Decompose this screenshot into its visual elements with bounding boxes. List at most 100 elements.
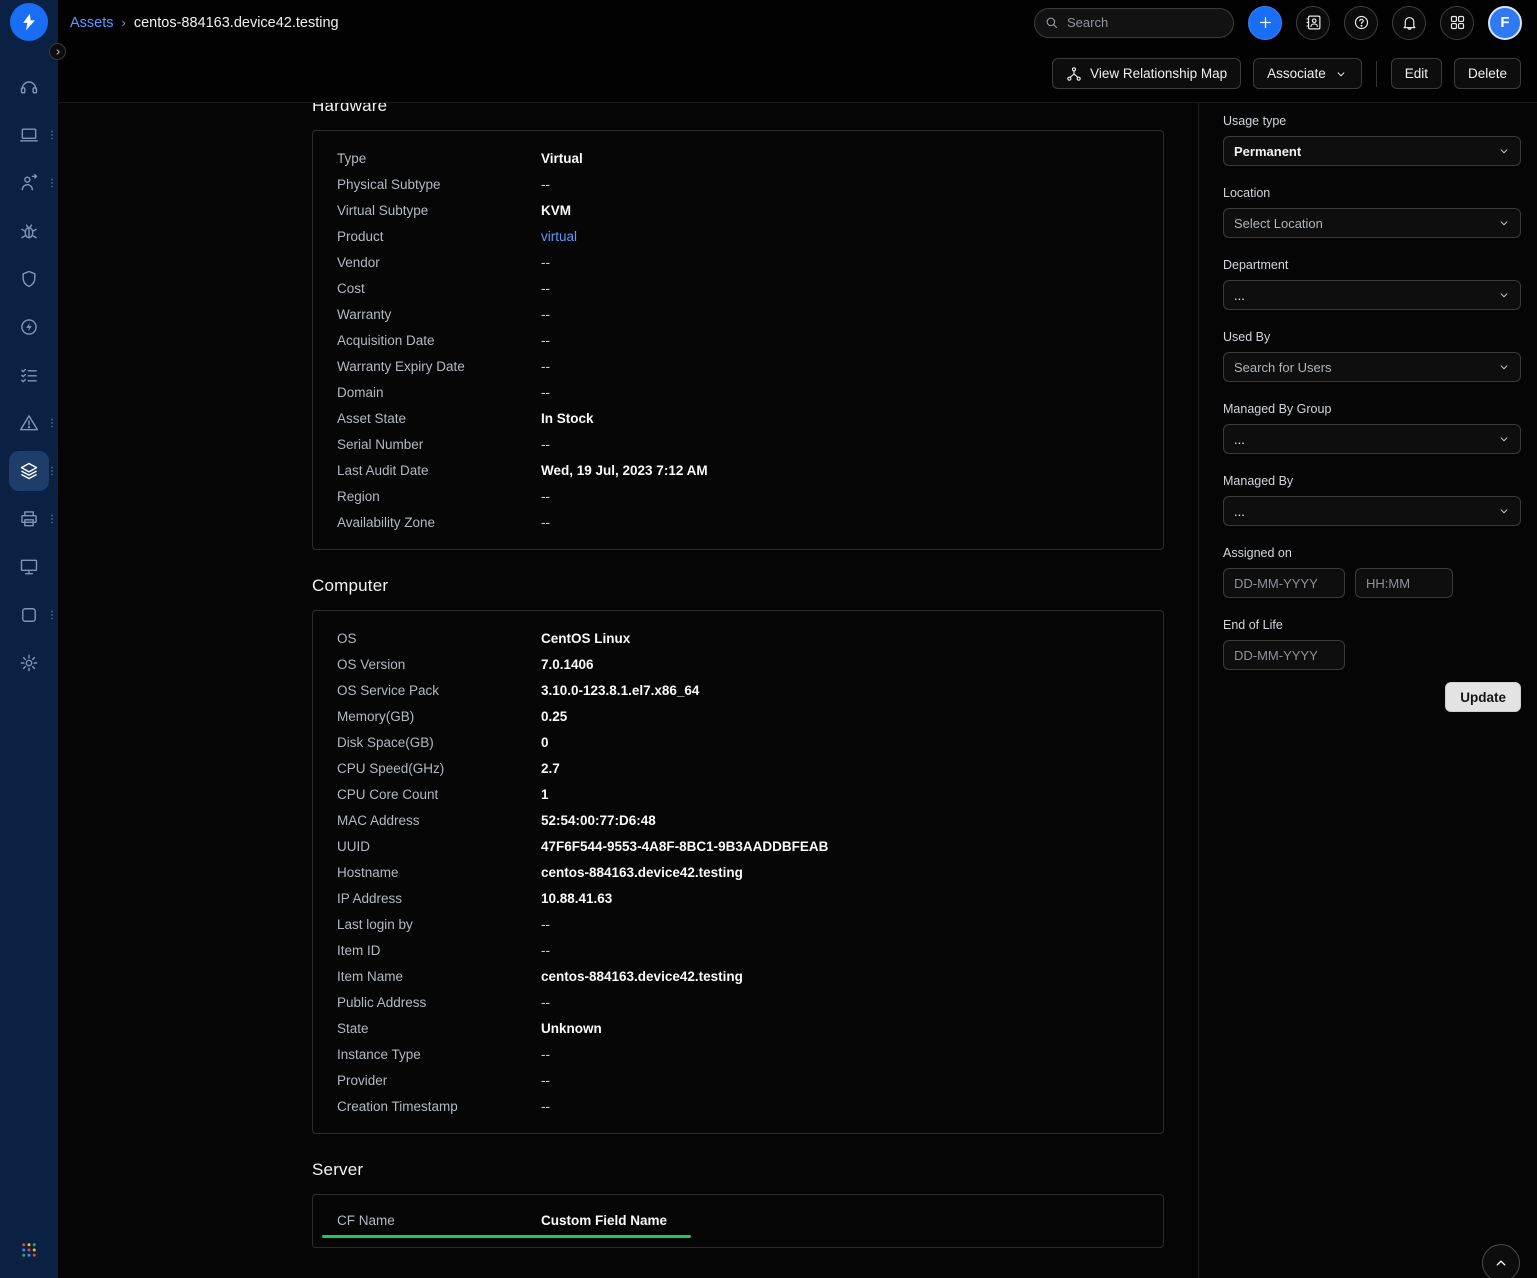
date-field-group — [1223, 568, 1521, 598]
help-button[interactable] — [1344, 6, 1378, 40]
update-button[interactable]: Update — [1445, 682, 1521, 712]
field-value: In Stock — [541, 411, 594, 426]
chevron-down-icon — [1497, 432, 1511, 446]
breadcrumb: Assets›centos-884163.device42.testing — [70, 15, 339, 31]
sidebar-expand-button[interactable] — [49, 43, 66, 60]
field-value: 3.10.0-123.8.1.el7.x86_64 — [541, 683, 699, 698]
field-label: Public Address — [337, 995, 541, 1010]
kebab-menu-icon[interactable] — [46, 129, 58, 141]
kebab-menu-icon[interactable] — [46, 609, 58, 621]
kebab-menu-icon[interactable] — [46, 465, 58, 477]
field-label: IP Address — [337, 891, 541, 906]
field-row: Region-- — [313, 483, 1163, 509]
search-input[interactable] — [1034, 8, 1234, 38]
breadcrumb-link[interactable]: Assets — [70, 15, 114, 31]
sidebar-item-alerts[interactable] — [9, 403, 49, 443]
sidebar-item-tasks[interactable] — [9, 355, 49, 395]
field-value: 10.88.41.63 — [541, 891, 612, 906]
notifications-button[interactable] — [1392, 6, 1426, 40]
sidebar-item-devices[interactable] — [9, 115, 49, 155]
select-usage-type[interactable]: Permanent — [1223, 136, 1521, 166]
field-label: Disk Space(GB) — [337, 735, 541, 750]
apps-grid-button[interactable] — [9, 1230, 49, 1270]
assignment-panel: Usage typePermanentLocationSelect Locati… — [1198, 103, 1537, 1278]
date-input-end-of-life[interactable] — [1223, 640, 1345, 670]
sidebar-item-settings[interactable] — [9, 643, 49, 683]
field-value: 7.0.1406 — [541, 657, 594, 672]
field-label: Acquisition Date — [337, 333, 541, 348]
time-input-assigned-on[interactable] — [1355, 568, 1453, 598]
sidebar-item-automation[interactable] — [9, 307, 49, 347]
create-button[interactable] — [1248, 6, 1282, 40]
edit-button[interactable]: Edit — [1391, 58, 1442, 89]
relationship-icon — [1066, 66, 1082, 82]
contacts-button[interactable] — [1296, 6, 1330, 40]
sidebar-item-security[interactable] — [9, 259, 49, 299]
select-value: Permanent — [1234, 144, 1301, 159]
field-row: Memory(GB)0.25 — [313, 703, 1163, 729]
sidebar-item-monitoring[interactable] — [9, 547, 49, 587]
field-row: Availability Zone-- — [313, 509, 1163, 535]
app-logo[interactable] — [10, 3, 48, 41]
sidebar-item-users[interactable] — [9, 163, 49, 203]
sidebar-item-support[interactable] — [9, 67, 49, 107]
button-label: Associate — [1267, 66, 1326, 81]
date-input-assigned-on[interactable] — [1223, 568, 1345, 598]
delete-button[interactable]: Delete — [1454, 58, 1521, 89]
field-value: 0 — [541, 735, 549, 750]
field-label: Availability Zone — [337, 515, 541, 530]
kebab-menu-icon[interactable] — [46, 177, 58, 189]
field-value: -- — [541, 1073, 550, 1088]
sidebar-item-issues[interactable] — [9, 211, 49, 251]
scroll-to-top-button[interactable] — [1482, 1244, 1520, 1278]
select-managed-by-group[interactable]: ... — [1223, 424, 1521, 454]
field-label: Serial Number — [337, 437, 541, 452]
breadcrumb-current: centos-884163.device42.testing — [134, 15, 339, 31]
apps-button[interactable] — [1440, 6, 1474, 40]
sidebar-nav — [9, 63, 49, 687]
field-value: 47F6F544-9553-4A8F-8BC1-9B3AADDBFEAB — [541, 839, 828, 854]
select-department[interactable]: ... — [1223, 280, 1521, 310]
field-label: Physical Subtype — [337, 177, 541, 192]
field-row: TypeVirtual — [313, 145, 1163, 171]
field-value: KVM — [541, 203, 571, 218]
checklist-icon — [19, 365, 39, 385]
layers-icon — [19, 461, 39, 481]
sidebar-item-applications[interactable] — [9, 595, 49, 635]
update-row: Update — [1223, 682, 1521, 712]
view-relationship-map-button[interactable]: View Relationship Map — [1052, 58, 1241, 89]
field-value: Unknown — [541, 1021, 602, 1036]
field-row: IP Address10.88.41.63 — [313, 885, 1163, 911]
kebab-menu-icon[interactable] — [46, 417, 58, 429]
field-row: Productvirtual — [313, 223, 1163, 249]
sidebar-item-assets[interactable] — [9, 451, 49, 491]
associate-button[interactable]: Associate — [1253, 58, 1362, 89]
accent-underline — [322, 1235, 691, 1238]
field-row: Last Audit DateWed, 19 Jul, 2023 7:12 AM — [313, 457, 1163, 483]
field-row: CPU Speed(GHz)2.7 — [313, 755, 1163, 781]
select-value: Search for Users — [1234, 360, 1332, 375]
field-label: CF Name — [337, 1213, 541, 1228]
field-value: -- — [541, 489, 550, 504]
button-label: View Relationship Map — [1090, 66, 1227, 81]
field-row: MAC Address52:54:00:77:D6:48 — [313, 807, 1163, 833]
chevron-down-icon — [1497, 360, 1511, 374]
apps-icon — [1449, 14, 1466, 31]
kebab-menu-icon[interactable] — [46, 513, 58, 525]
alert-triangle-icon — [19, 413, 39, 433]
field-value: -- — [541, 917, 550, 932]
select-value: Select Location — [1234, 216, 1323, 231]
field-value: 52:54:00:77:D6:48 — [541, 813, 656, 828]
field-value[interactable]: virtual — [541, 229, 577, 244]
select-used-by[interactable]: Search for Users — [1223, 352, 1521, 382]
select-managed-by[interactable]: ... — [1223, 496, 1521, 526]
sidebar-item-print[interactable] — [9, 499, 49, 539]
select-location[interactable]: Select Location — [1223, 208, 1521, 238]
search-box — [1034, 8, 1234, 38]
field-value: -- — [541, 943, 550, 958]
field-row: UUID47F6F544-9553-4A8F-8BC1-9B3AADDBFEAB — [313, 833, 1163, 859]
avatar[interactable]: F — [1488, 6, 1522, 40]
section-card: CF NameCustom Field Name — [312, 1194, 1164, 1248]
section-title: Server — [312, 1160, 1164, 1180]
section-title: Hardware — [312, 103, 1164, 116]
